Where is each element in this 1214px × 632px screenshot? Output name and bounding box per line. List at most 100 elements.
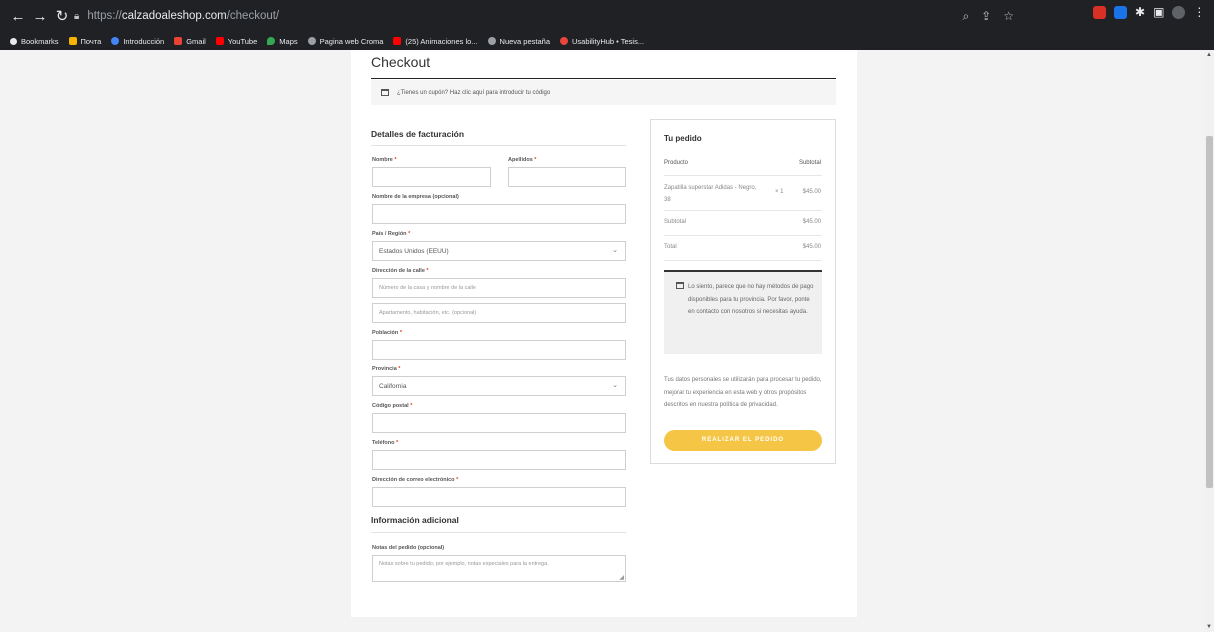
bookmark-item[interactable]: Почта	[68, 37, 101, 46]
calendar-icon	[381, 89, 389, 96]
url-text: https://calzadoaleshop.com/checkout/	[87, 10, 280, 22]
zoom-icon[interactable]: ⌕	[962, 9, 969, 24]
scroll-down-icon[interactable]: ▼	[1206, 624, 1212, 630]
menu-icon[interactable]: ⋮	[1193, 6, 1205, 19]
email-field[interactable]	[372, 487, 626, 507]
city-field[interactable]	[372, 340, 626, 360]
forward-icon[interactable]: →	[32, 8, 48, 25]
country-label: País / Región *	[372, 231, 411, 237]
maps-icon	[267, 37, 276, 45]
back-icon[interactable]: ←	[10, 8, 26, 25]
chevron-down-icon: ⌄	[612, 382, 618, 389]
bookmark-item[interactable]: Nueva pestaña	[487, 37, 550, 46]
bookmark-item[interactable]: YouTube	[215, 37, 257, 46]
address-bar[interactable]: 🔒︎ https://calzadoaleshop.com/checkout/ …	[74, 5, 1014, 27]
privacy-text: Tus datos personales se utilizarán para …	[664, 377, 822, 408]
bookmark-item[interactable]: UsabilityHub • Tesis...	[560, 37, 644, 46]
page-scrollbar[interactable]: ▲ ▼	[1204, 50, 1214, 632]
mail-icon	[68, 37, 77, 45]
extensions-puzzle-icon[interactable]: ✱	[1135, 6, 1145, 19]
additional-divider	[371, 532, 626, 533]
lock-icon: 🔒︎	[74, 10, 80, 22]
youtube-icon	[393, 37, 402, 45]
bookmark-item[interactable]: Gmail	[174, 37, 206, 46]
country-value: Estados Unidos (EEUU)	[379, 247, 449, 255]
billing-heading: Detalles de facturación	[371, 129, 465, 139]
page-title: Checkout	[371, 54, 431, 70]
order-divider	[664, 210, 822, 211]
resize-handle-icon[interactable]: ◢	[619, 574, 624, 581]
first-name-label: Nombre *	[372, 157, 397, 163]
order-heading: Tu pedido	[664, 134, 702, 143]
phone-field[interactable]	[372, 450, 626, 470]
coupon-notice[interactable]: ¿Tienes un cupón? Haz clic aquí para int…	[371, 80, 836, 105]
total-label: Total	[664, 244, 677, 250]
extension-blue-icon[interactable]	[1114, 6, 1127, 19]
company-label: Nombre de la empresa (opcional)	[372, 194, 459, 200]
star-icon[interactable]: ☆	[1003, 9, 1014, 23]
zip-field[interactable]	[372, 413, 626, 433]
last-name-field[interactable]	[508, 167, 626, 187]
order-notes-textarea[interactable]: Notas sobre tu pedido, por ejemplo, nota…	[372, 555, 626, 582]
additional-heading: Información adicional	[371, 515, 459, 525]
browser-toolbar: ← → ↻ 🔒︎ https://calzadoaleshop.com/chec…	[0, 0, 1214, 32]
order-divider	[664, 235, 822, 236]
scroll-up-icon[interactable]: ▲	[1206, 52, 1212, 58]
bookmark-item[interactable]: Bookmarks	[10, 37, 59, 46]
title-divider	[371, 78, 836, 79]
bookmark-item[interactable]: Pagina web Croma	[307, 37, 383, 46]
notes-label: Notas del pedido (opcional)	[372, 545, 445, 551]
subtotal-value: $45.00	[802, 219, 821, 225]
item-price: $45.00	[802, 189, 821, 195]
chrome-icon	[111, 37, 120, 45]
bookmark-item[interactable]: Maps	[267, 37, 298, 46]
notes-placeholder: Notas sobre tu pedido, por ejemplo, nota…	[379, 561, 549, 567]
subtotal-label: Subtotal	[664, 219, 687, 225]
bookmark-item[interactable]: (25) Animaciones lo...	[393, 37, 478, 46]
item-name: Zapatilla superstar Adidas - Negro, 38	[664, 185, 757, 203]
coupon-link[interactable]: ¿Tienes un cupón? Haz clic aquí para int…	[397, 90, 550, 96]
extension-red-icon[interactable]	[1093, 6, 1106, 19]
company-field[interactable]	[372, 204, 626, 224]
payment-notice: Lo siento, parece que no hay métodos de …	[664, 272, 822, 354]
last-name-label: Apellidos *	[508, 157, 537, 163]
gmail-icon	[174, 37, 183, 45]
page-viewport: Checkout ¿Tienes un cupón? Haz clic aquí…	[0, 50, 1204, 632]
street-placeholder: Número de la casa y nombre de la calle	[379, 285, 476, 291]
street2-field[interactable]: Apartamento, habitación, etc. (opcional)	[372, 303, 626, 323]
profile-avatar-icon[interactable]	[1172, 6, 1186, 19]
reload-icon[interactable]: ↻	[54, 7, 70, 25]
bookmark-star-icon	[10, 37, 17, 45]
bookmark-item[interactable]: Introducción	[111, 37, 164, 46]
scroll-thumb[interactable]	[1206, 136, 1213, 488]
chevron-down-icon: ⌄	[612, 247, 618, 254]
share-icon[interactable]: ⇪	[981, 9, 991, 23]
zip-label: Código postal *	[372, 403, 413, 409]
first-name-field[interactable]	[372, 167, 491, 187]
email-label: Dirección de correo electrónico *	[372, 477, 459, 483]
state-value: California	[379, 382, 407, 390]
col-product: Producto	[664, 160, 689, 166]
calendar-icon	[676, 282, 684, 289]
total-value: $45.00	[802, 244, 821, 250]
order-divider	[664, 175, 822, 176]
state-select[interactable]: California ⌄	[372, 376, 626, 396]
youtube-icon	[215, 37, 224, 45]
checkout-card: Checkout ¿Tienes un cupón? Haz clic aquí…	[351, 50, 857, 617]
place-order-button[interactable]: REALIZAR EL PEDIDO	[664, 430, 822, 451]
state-label: Provincia *	[372, 366, 401, 372]
order-summary: Tu pedido Producto Subtotal Zapatilla su…	[650, 119, 836, 464]
street-label: Dirección de la calle *	[372, 268, 429, 274]
street-field[interactable]: Número de la casa y nombre de la calle	[372, 278, 626, 298]
billing-divider	[371, 145, 626, 146]
bookmarks-bar: Bookmarks Почта Introducción Gmail YouTu…	[0, 32, 1214, 50]
city-label: Población *	[372, 330, 402, 336]
notice-text: Lo siento, parece que no hay métodos de …	[688, 284, 814, 315]
country-select[interactable]: Estados Unidos (EEUU) ⌄	[372, 241, 626, 261]
phone-label: Teléfono *	[372, 440, 399, 446]
usabilityhub-icon	[560, 37, 568, 45]
street2-placeholder: Apartamento, habitación, etc. (opcional)	[379, 310, 477, 316]
globe-icon	[487, 37, 496, 45]
order-divider	[664, 260, 822, 261]
side-panel-icon[interactable]: ▣	[1153, 6, 1164, 19]
